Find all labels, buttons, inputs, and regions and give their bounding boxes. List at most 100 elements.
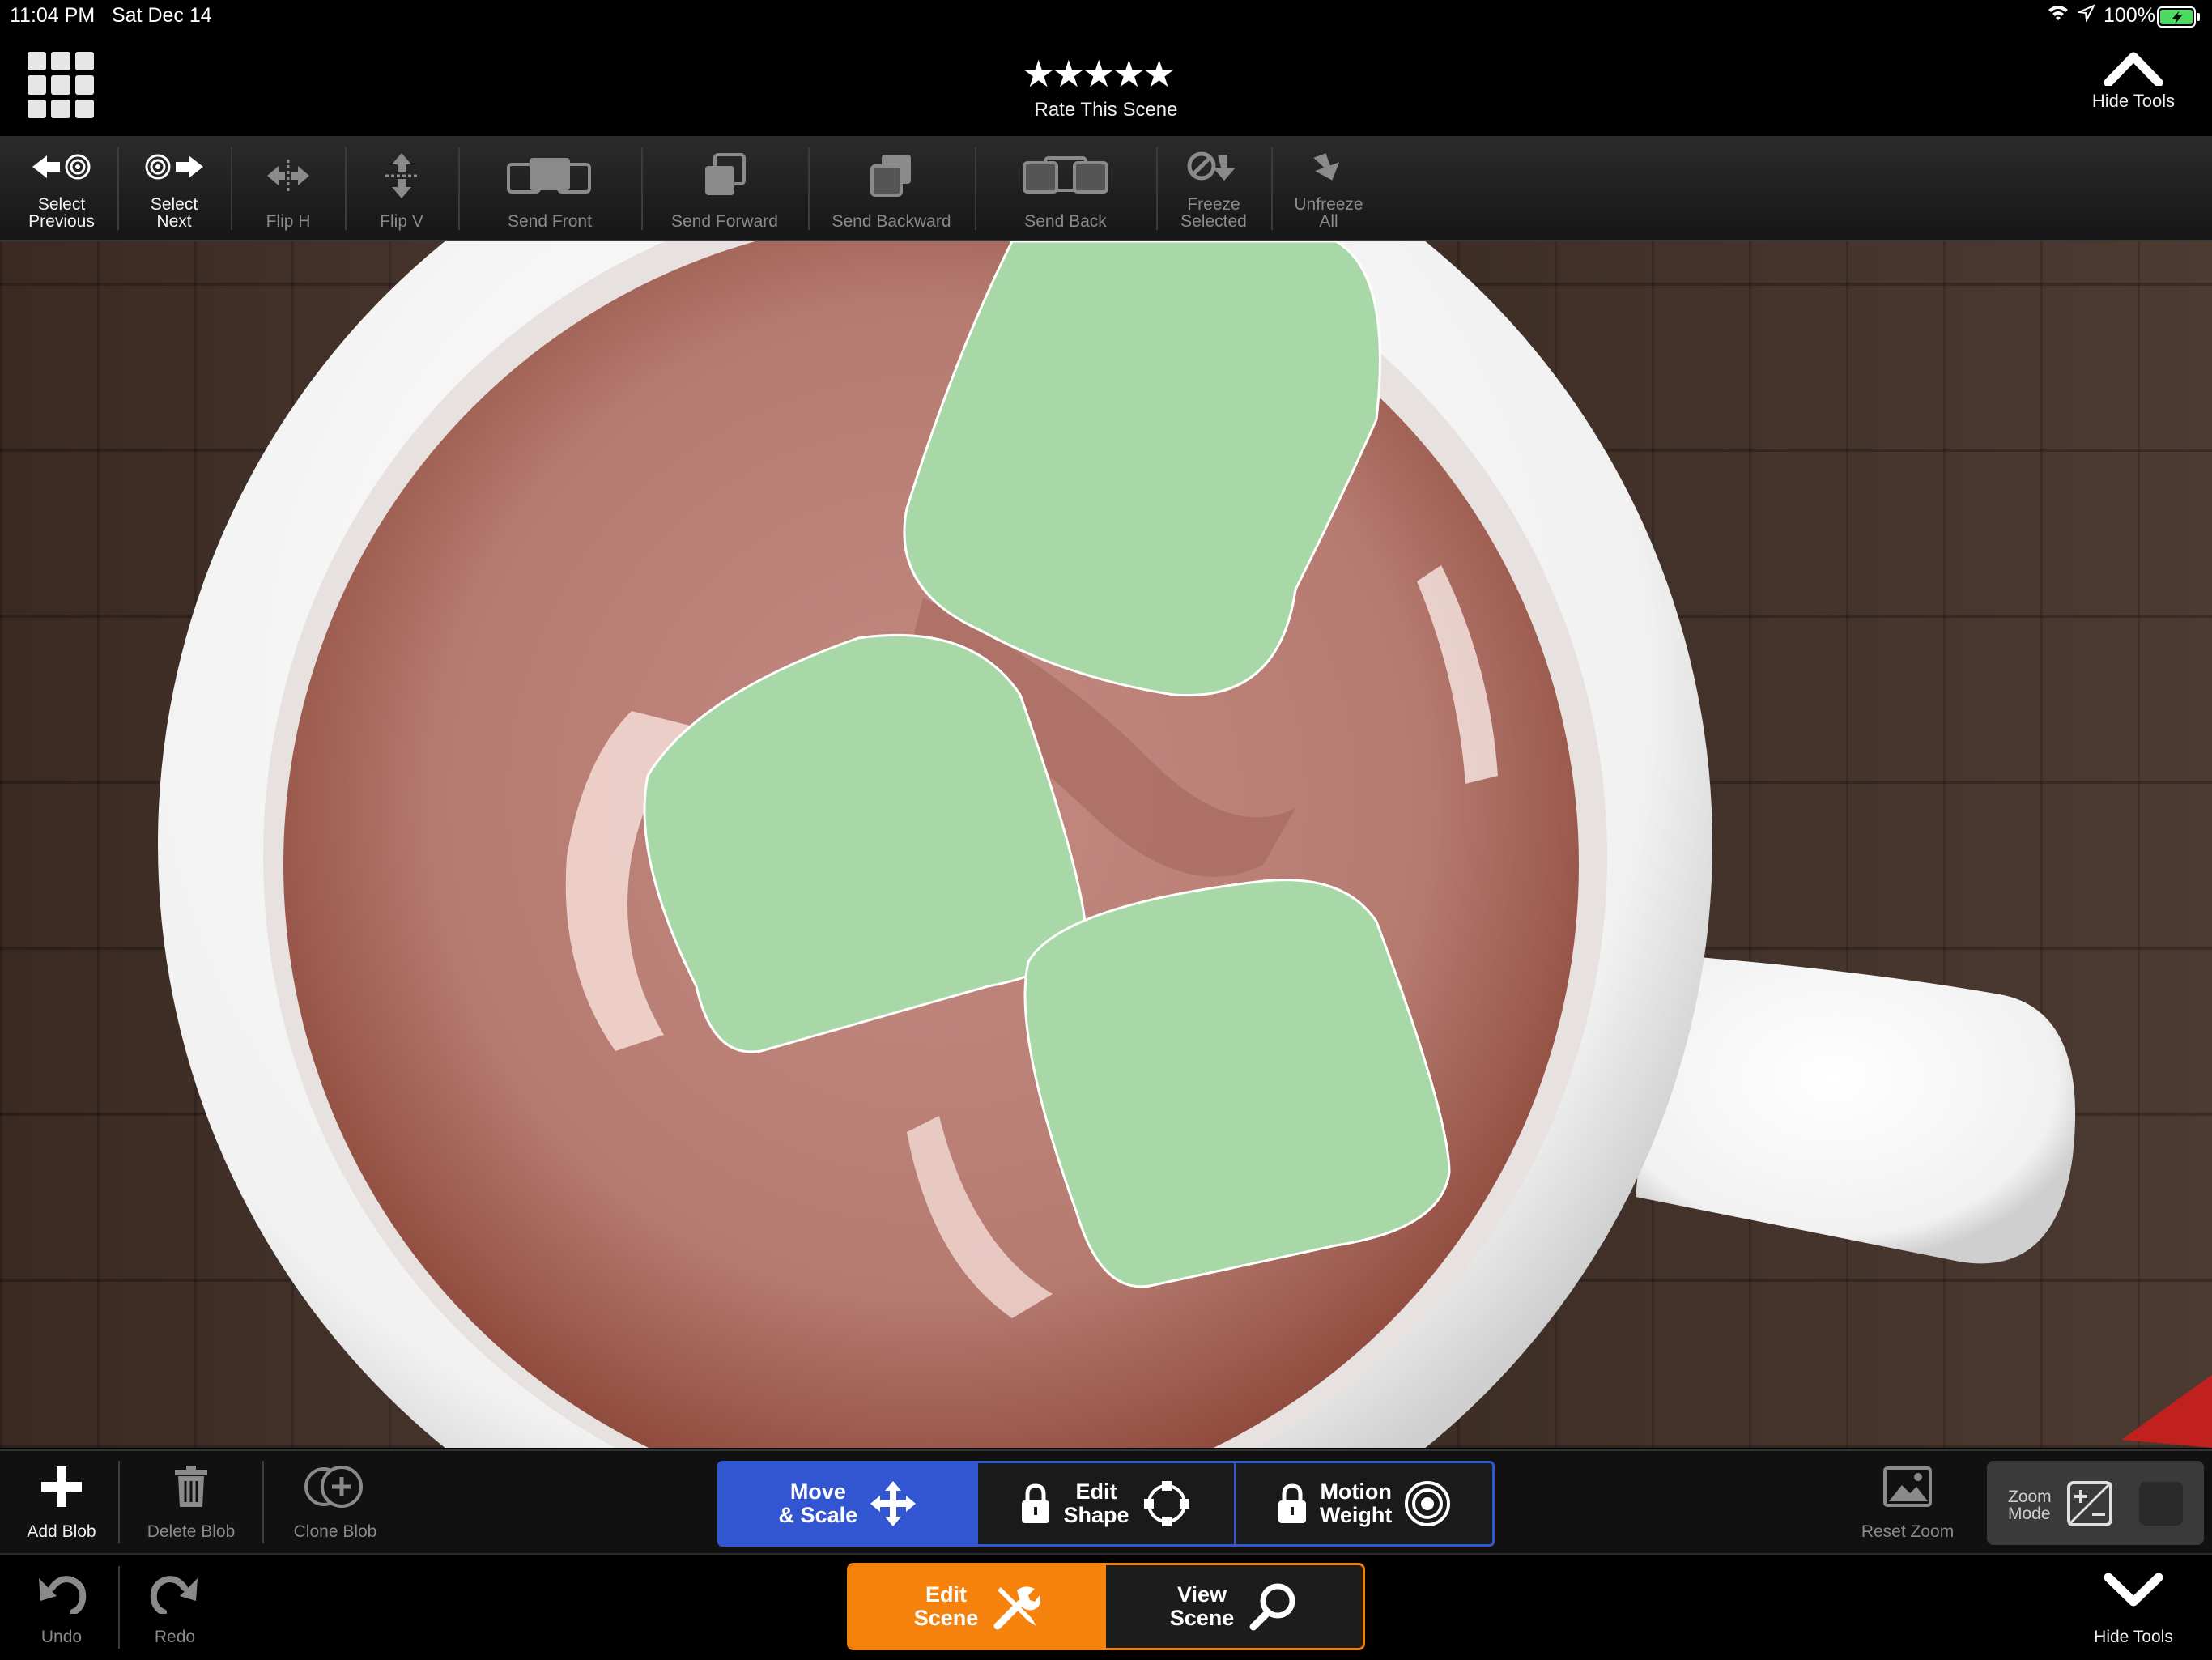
freeze-selected-label-2: Selected	[1180, 212, 1247, 231]
select-previous-button[interactable]: Select Previous	[11, 138, 112, 240]
zoom-mode-switch[interactable]	[2139, 1482, 2183, 1526]
send-backward-icon	[870, 154, 911, 197]
freeze-selected-label-1: Freeze	[1187, 195, 1240, 214]
reset-zoom-label: Reset Zoom	[1861, 1522, 1955, 1541]
wifi-icon	[2047, 4, 2069, 28]
freeze-icon	[1187, 151, 1236, 181]
motion-weight-mode[interactable]: Motion Weight	[1236, 1463, 1492, 1544]
select-next-label-2: Next	[156, 212, 192, 231]
edit-shape-label-2: Shape	[1063, 1503, 1129, 1527]
tools-icon	[993, 1586, 1041, 1630]
header: ★★★★★ Rate This Scene Hide Tools	[0, 32, 2212, 138]
image-icon	[1883, 1466, 1932, 1507]
send-back-icon	[1023, 155, 1108, 194]
status-time: 11:04 PM	[10, 4, 96, 27]
trash-icon	[175, 1466, 207, 1507]
send-back-button[interactable]: Send Back	[980, 138, 1151, 240]
select-previous-label-1: Select	[37, 195, 86, 214]
send-backward-label: Send Backward	[832, 212, 951, 231]
delete-blob-button[interactable]: Delete Blob	[126, 1451, 256, 1553]
arrange-toolbar: Select Previous Select Next Flip H Flip …	[0, 138, 2212, 241]
unfreeze-all-label-1: Unfreeze	[1294, 195, 1363, 214]
zoom-mode-label-2: Mode	[2008, 1505, 2051, 1523]
flip-v-label: Flip V	[380, 212, 423, 231]
move-scale-mode[interactable]: Move & Scale	[720, 1463, 978, 1544]
clone-icon	[304, 1466, 363, 1508]
hide-tools-top-button[interactable]: Hide Tools	[2073, 49, 2194, 112]
zoom-mode-toggle[interactable]: Zoom Mode	[1987, 1461, 2204, 1545]
view-scene-label-2: Scene	[1169, 1606, 1235, 1630]
unfreeze-icon	[1313, 153, 1340, 181]
send-forward-icon	[705, 152, 746, 195]
battery-percent: 100%	[2104, 4, 2155, 27]
edit-shape-mode[interactable]: Edit Shape	[978, 1463, 1236, 1544]
motion-weight-label-1: Motion	[1320, 1479, 1392, 1504]
view-scene-button[interactable]: View Scene	[1106, 1565, 1363, 1648]
status-bar: 11:04 PM Sat Dec 14 100%	[0, 0, 2212, 32]
move-scale-label-2: & Scale	[778, 1503, 858, 1527]
send-front-icon	[507, 157, 591, 194]
unfreeze-all-label-2: All	[1319, 212, 1338, 231]
target-icon	[1405, 1481, 1451, 1526]
send-forward-label: Send Forward	[671, 212, 778, 231]
motion-weight-label-2: Weight	[1319, 1503, 1393, 1527]
zoom-toggle-icon	[2067, 1481, 2112, 1526]
zoom-mode-label-1: Zoom	[2008, 1488, 2052, 1506]
rate-scene-label[interactable]: Rate This Scene	[978, 99, 1234, 121]
scene-mode-selector: Edit Scene View Scene	[847, 1563, 1365, 1650]
clone-blob-label: Clone Blob	[293, 1522, 377, 1541]
plus-icon	[41, 1466, 82, 1507]
undo-label: Undo	[40, 1628, 83, 1646]
magnifier-icon	[1249, 1583, 1295, 1631]
send-front-label: Send Front	[508, 212, 592, 231]
edit-scene-label-1: Edit	[925, 1582, 967, 1607]
edit-shape-label-1: Edit	[1075, 1479, 1117, 1504]
send-front-button[interactable]: Send Front	[463, 138, 636, 240]
select-next-icon	[145, 154, 203, 180]
view-scene-label-1: View	[1176, 1582, 1227, 1607]
send-back-label: Send Back	[1024, 212, 1107, 231]
edit-shape-icon	[1143, 1481, 1189, 1526]
flip-horizontal-icon	[267, 159, 309, 192]
add-blob-label: Add Blob	[27, 1522, 96, 1541]
hide-tools-label: Hide Tools	[2091, 91, 2176, 111]
redo-button[interactable]: Redo	[125, 1555, 225, 1658]
add-blob-button[interactable]: Add Blob	[11, 1451, 112, 1553]
chevron-up-icon	[2104, 52, 2163, 87]
undo-button[interactable]: Undo	[11, 1555, 112, 1658]
rating-stars[interactable]: ★★★★★	[1022, 55, 1176, 92]
move-scale-label-1: Move	[789, 1479, 846, 1504]
battery-icon	[2157, 6, 2201, 33]
select-previous-icon	[32, 154, 91, 180]
flip-v-button[interactable]: Flip V	[350, 138, 453, 240]
location-icon	[2076, 3, 2096, 28]
move-arrows-icon	[870, 1481, 917, 1526]
hide-tools-bottom-button[interactable]: Hide Tools	[2073, 1555, 2194, 1658]
status-date: Sat Dec 14	[112, 4, 212, 27]
scene-canvas[interactable]	[0, 241, 2212, 1448]
blob-toolbar: Add Blob Delete Blob Clone Blob Move & S…	[0, 1449, 2212, 1553]
delete-blob-label: Delete Blob	[147, 1522, 236, 1541]
flip-h-button[interactable]: Flip H	[236, 138, 340, 240]
unfreeze-all-button[interactable]: Unfreeze All	[1276, 138, 1381, 240]
edit-scene-button[interactable]: Edit Scene	[849, 1565, 1106, 1648]
scenes-grid-icon[interactable]	[28, 52, 94, 118]
send-backward-button[interactable]: Send Backward	[813, 138, 970, 240]
lock-icon	[1278, 1483, 1306, 1523]
bottom-nav: Undo Redo Edit Scene View Scene Hide Too…	[0, 1553, 2212, 1660]
select-previous-label-2: Previous	[28, 212, 95, 231]
redo-icon	[150, 1576, 198, 1614]
edit-mode-selector: Move & Scale Edit Shape Motion Weight	[717, 1461, 1495, 1547]
undo-icon	[39, 1576, 87, 1614]
flip-vertical-icon	[385, 152, 418, 198]
clone-blob-button[interactable]: Clone Blob	[270, 1451, 400, 1553]
select-next-label-1: Select	[150, 195, 198, 214]
reset-zoom-button[interactable]: Reset Zoom	[1849, 1451, 1966, 1553]
redo-label: Redo	[154, 1628, 196, 1646]
chevron-down-icon	[2104, 1573, 2163, 1607]
select-next-button[interactable]: Select Next	[123, 138, 225, 240]
hide-tools-bottom-label: Hide Tools	[2094, 1628, 2173, 1646]
freeze-selected-button[interactable]: Freeze Selected	[1161, 138, 1266, 240]
send-forward-button[interactable]: Send Forward	[646, 138, 803, 240]
flip-h-label: Flip H	[266, 212, 311, 231]
